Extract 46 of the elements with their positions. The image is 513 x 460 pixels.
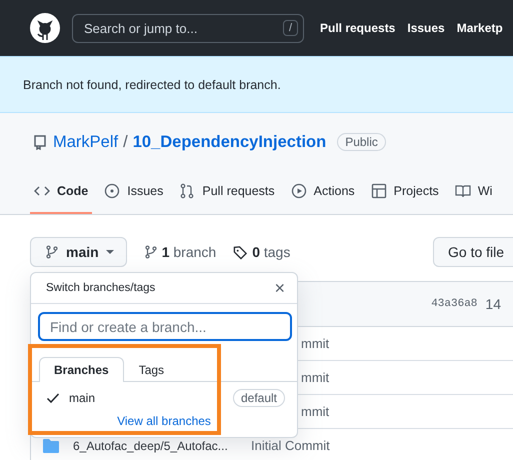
folder-link[interactable]: 6_Autofac_deep/5_Autofac... <box>73 438 228 452</box>
commit-message[interactable]: mmit <box>301 404 330 419</box>
commit-hash[interactable]: 43a36a8 <box>431 298 478 310</box>
nav-link[interactable]: Marketp <box>456 21 503 35</box>
tag-icon <box>233 244 248 260</box>
branches-link[interactable]: 1 branch <box>162 244 216 260</box>
branch-select-button[interactable]: main <box>30 237 127 267</box>
play-icon <box>290 182 307 198</box>
branch-filter-field[interactable]: Find or create a branch... <box>38 312 292 341</box>
branch-icon <box>144 245 158 259</box>
tags-link[interactable]: 0 tags <box>252 244 290 260</box>
dropdown-tab[interactable]: Branches <box>39 357 124 382</box>
table-icon <box>370 182 387 198</box>
view-all-branches-link[interactable]: View all branches <box>31 414 297 428</box>
commit-count: 14 <box>485 296 501 312</box>
repo-tab[interactable]: Actions <box>286 169 359 214</box>
commit-message[interactable]: mmit <box>301 336 330 351</box>
caret-icon <box>106 248 114 256</box>
branch-icon <box>45 245 59 259</box>
commit-message[interactable]: mmit <box>301 370 330 385</box>
path-separator: / <box>123 132 128 152</box>
repo-link[interactable]: 10_DependencyInjection <box>132 132 326 152</box>
nav-link[interactable]: Issues <box>407 21 445 35</box>
issue-icon <box>104 182 120 198</box>
repo-tab[interactable]: Wi <box>450 169 496 214</box>
repo-tab[interactable]: Issues <box>100 169 168 214</box>
repo-tab[interactable]: Projects <box>366 169 443 214</box>
owner-link[interactable]: MarkPelf <box>53 132 118 152</box>
folder-icon <box>43 438 59 452</box>
shortcut-key: / <box>282 20 298 36</box>
go-to-file-button[interactable]: Go to file <box>433 237 513 267</box>
repo-tab[interactable]: Code <box>30 169 92 214</box>
dropdown-title: Switch branches/tags <box>46 282 156 294</box>
pull-request-icon <box>179 182 196 198</box>
close-button[interactable]: × <box>270 279 289 297</box>
nav-link[interactable]: Pull requests <box>320 21 396 35</box>
visibility-label: Public <box>337 133 386 151</box>
book-icon <box>454 182 471 198</box>
repo-tab[interactable]: Pull requests <box>175 169 279 214</box>
repo-icon <box>32 134 48 150</box>
commit-message[interactable]: Initial Commit <box>251 438 330 453</box>
branch-item[interactable]: main <box>69 390 96 404</box>
dropdown-tab[interactable]: Tags <box>124 357 180 382</box>
flash-message: Branch not found, redirected to default branch. <box>0 56 513 113</box>
default-label: default <box>232 388 285 406</box>
logo-icon[interactable] <box>30 13 60 43</box>
